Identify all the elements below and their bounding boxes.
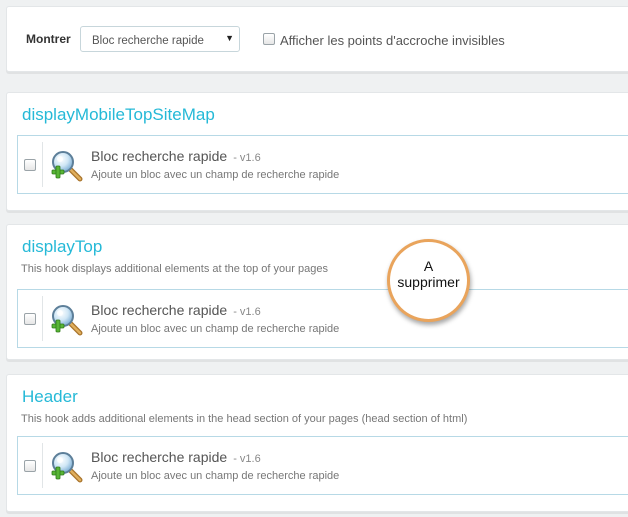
module-name: Bloc recherche rapide - v1.6	[91, 449, 261, 465]
module-version: - v1.6	[233, 306, 261, 318]
module-description: Ajoute un bloc avec un champ de recherch…	[91, 470, 340, 482]
chevron-down-icon: ▼	[225, 33, 234, 43]
module-name-text: Bloc recherche rapide	[91, 148, 228, 164]
hook-title: displayTop	[22, 237, 103, 256]
module-row: Bloc recherche rapide - v1.6 Ajoute un bl…	[17, 436, 628, 495]
module-row: Bloc recherche rapide - v1.6 Ajoute un bl…	[17, 289, 628, 348]
show-hidden-hooks-label[interactable]: Afficher les points d'accroche invisible…	[280, 33, 505, 48]
magnifier-plus-icon	[50, 450, 84, 484]
module-filter-value: Bloc recherche rapide	[92, 35, 204, 47]
hook-description: This hook displays additional elements a…	[21, 263, 328, 275]
module-name: Bloc recherche rapide - v1.6	[91, 148, 261, 164]
module-select-checkbox[interactable]	[24, 159, 36, 171]
hook-panel-displayMobileTopSiteMap: displayMobileTopSiteMap Bloc recherche r…	[6, 92, 628, 211]
module-version: - v1.6	[233, 152, 261, 164]
row-divider	[42, 142, 43, 187]
magnifier-plus-icon	[50, 149, 84, 183]
hook-description: This hook adds additional elements in th…	[21, 413, 468, 425]
hook-panel-header: Header This hook adds additional element…	[6, 374, 628, 512]
annotation-line-1: A	[423, 258, 434, 274]
show-filter-label: Montrer	[26, 32, 71, 46]
annotation-callout: A supprimer	[387, 239, 470, 322]
module-name: Bloc recherche rapide - v1.6	[91, 302, 261, 318]
show-hidden-hooks-checkbox[interactable]	[263, 33, 275, 45]
filter-panel: Montrer Bloc recherche rapide ▼ Afficher…	[6, 6, 628, 72]
module-name-text: Bloc recherche rapide	[91, 302, 228, 318]
magnifier-plus-icon	[50, 303, 84, 337]
module-row: Bloc recherche rapide - v1.6 Ajoute un bl…	[17, 135, 628, 194]
hook-panel-displayTop: displayTop This hook displays additional…	[6, 224, 628, 360]
module-select-checkbox[interactable]	[24, 460, 36, 472]
module-filter-select[interactable]: Bloc recherche rapide ▼	[80, 26, 240, 52]
module-description: Ajoute un bloc avec un champ de recherch…	[91, 323, 340, 335]
module-description: Ajoute un bloc avec un champ de recherch…	[91, 169, 340, 181]
annotation-line-2: supprimer	[397, 274, 460, 290]
hook-title: Header	[22, 387, 78, 406]
module-select-checkbox[interactable]	[24, 313, 36, 325]
module-name-text: Bloc recherche rapide	[91, 449, 228, 465]
hook-title: displayMobileTopSiteMap	[22, 105, 215, 124]
row-divider	[42, 443, 43, 488]
module-version: - v1.6	[233, 453, 261, 465]
row-divider	[42, 296, 43, 341]
